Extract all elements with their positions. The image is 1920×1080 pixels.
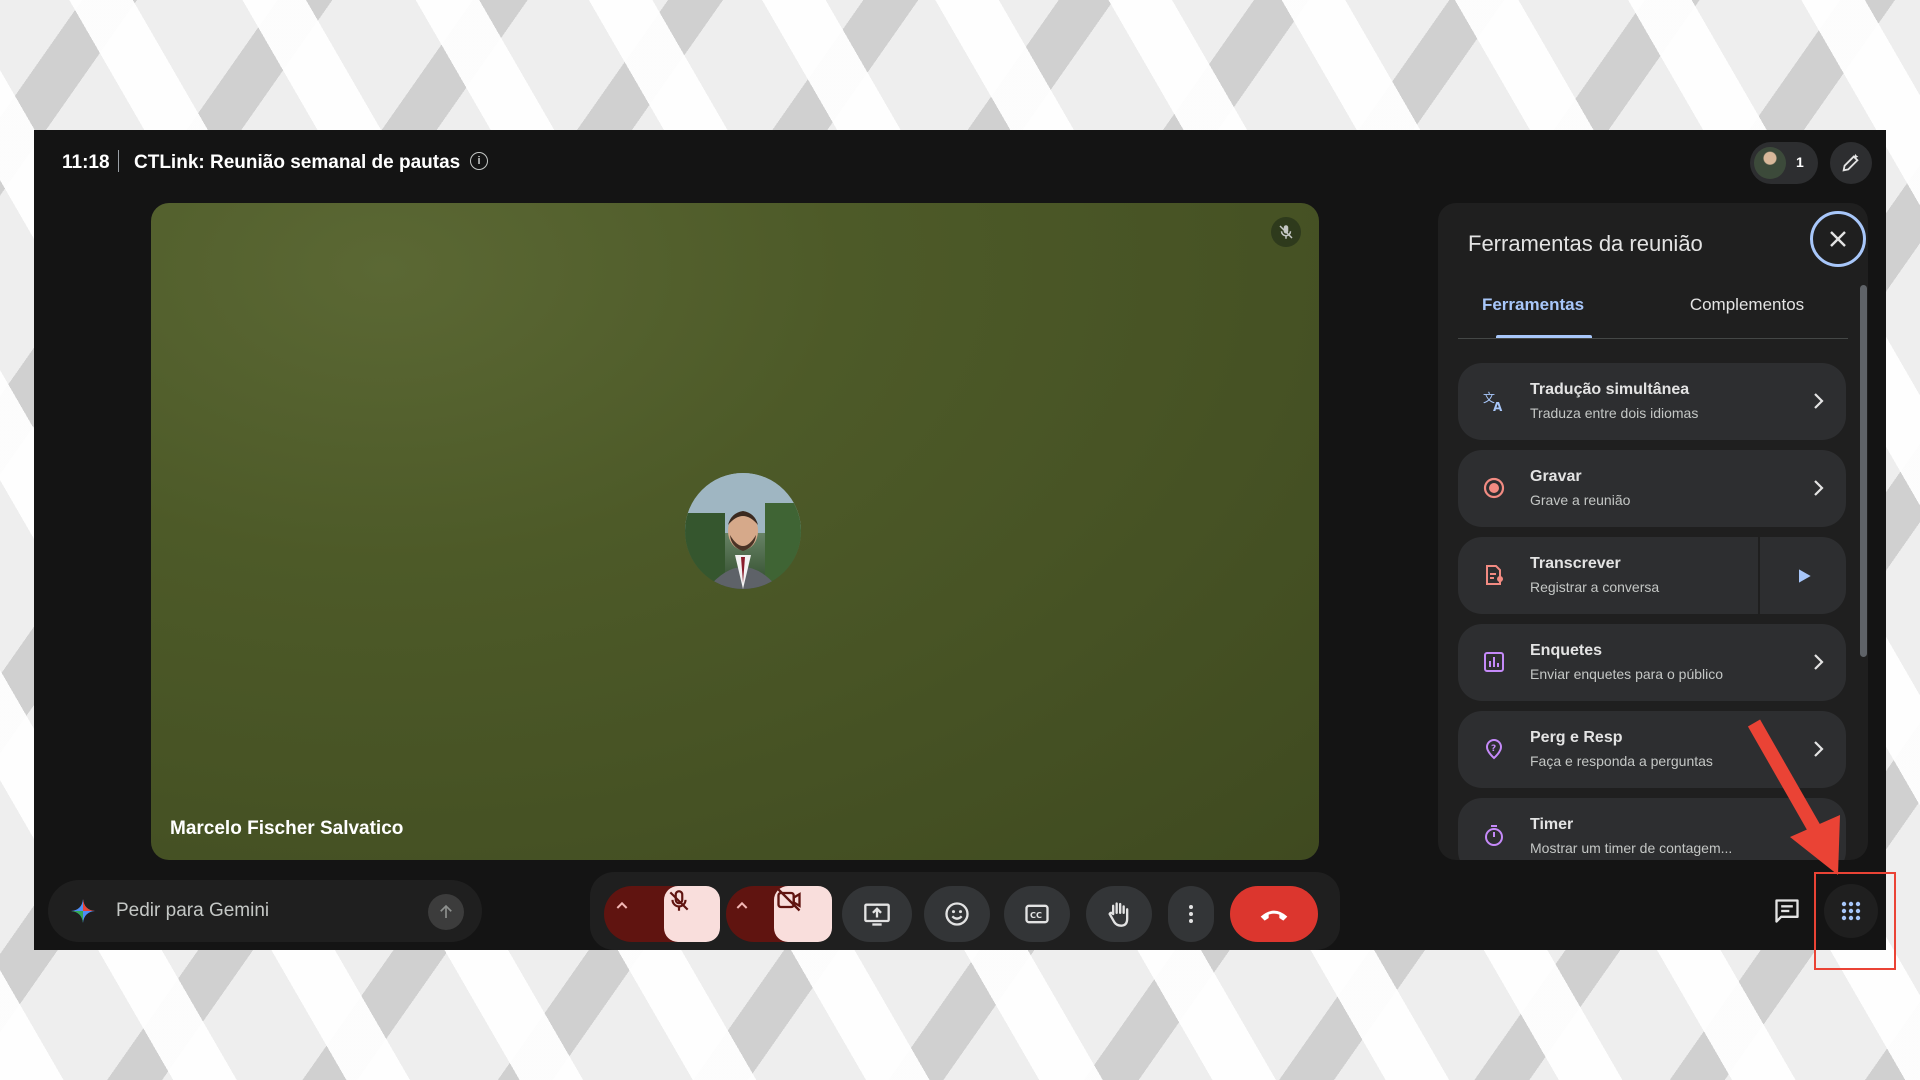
timer-icon [1485,825,1503,846]
chat-icon [1775,899,1799,923]
participant-count: 1 [1796,154,1804,170]
call-controls: CC [590,872,1340,950]
chevron-up-icon [616,901,628,909]
tool-subtitle: Registrar a conversa [1530,579,1660,595]
mic-off-icon [1271,217,1301,247]
toggle-mic-button[interactable] [664,886,720,942]
transcribe-icon [1486,565,1503,585]
tab-ferramentas[interactable]: Ferramentas [1466,295,1600,315]
more-vert-icon [1189,905,1193,923]
tab-complementos[interactable]: Complementos [1660,295,1834,315]
tool-subtitle: Mostrar um timer de contagem... [1530,840,1733,856]
more-options-button[interactable] [1168,886,1214,942]
gemini-input[interactable]: Pedir para Gemini [116,900,269,922]
svg-text:?: ? [1491,744,1496,754]
topbar-separator [118,150,119,172]
meeting-time: 11:18 [62,152,110,173]
close-icon [1830,231,1846,247]
tool-title: Tradução simultânea [1530,381,1690,398]
svg-text:A: A [1493,400,1503,413]
tool-title: Enquetes [1530,642,1603,659]
svg-text:CC: CC [1030,910,1042,920]
emoji-icon [945,902,969,926]
raise-hand-button[interactable] [1086,886,1152,942]
info-icon[interactable]: i [470,152,488,170]
tool-traducao-simultanea[interactable]: 文 A Tradução simultânea Traduza entre do… [1458,363,1846,440]
arrow-up-icon [440,904,452,918]
tool-transcrever[interactable]: Transcrever Registrar a conversa [1458,537,1846,614]
camera-off-icon [777,888,801,912]
tool-subtitle: Enviar enquetes para o público [1530,666,1724,682]
hang-up-icon [1260,910,1288,921]
meeting-title: CTLink: Reunião semanal de pautas [134,152,461,173]
red-arrow-annotation [1747,719,1840,875]
captions-button[interactable]: CC [1004,886,1070,942]
reactions-button[interactable] [924,886,990,942]
highlight-box [1814,872,1896,970]
avatar [1754,147,1786,179]
participants-button[interactable]: 1 [1750,142,1818,184]
play-icon [1799,569,1811,583]
meet-window: 11:18 CTLink: Reunião semanal de pautas … [34,130,1886,950]
tool-title: Perg e Resp [1530,729,1623,746]
qa-icon: ? [1485,738,1503,760]
end-call-button[interactable] [1230,886,1318,942]
present-icon [864,903,890,926]
chevron-right-icon [1814,654,1824,670]
panel-title: Ferramentas da reunião [1468,231,1703,256]
translate-icon: 文 A [1483,390,1503,413]
tool-subtitle: Traduza entre dois idiomas [1530,405,1699,421]
chevron-right-icon [1814,480,1824,496]
raise-hand-icon [1108,902,1129,927]
close-panel-button[interactable] [1810,211,1866,267]
present-screen-button[interactable] [842,886,912,942]
tool-title: Transcrever [1530,555,1621,572]
mic-options-button[interactable] [604,886,660,942]
tool-subtitle: Grave a reunião [1530,492,1631,508]
captions-icon: CC [1025,904,1049,924]
chevron-right-icon [1814,393,1824,409]
chevron-up-icon [736,901,748,909]
poll-icon [1484,652,1504,672]
gemini-icon [71,899,95,923]
mic-off-icon [669,890,689,911]
tool-title: Timer [1530,816,1574,833]
participant-avatar [685,473,801,589]
tool-title: Gravar [1530,468,1582,485]
toggle-camera-button[interactable] [774,886,832,942]
tab-divider [1458,338,1848,339]
tool-subtitle: Faça e responda a perguntas [1530,753,1713,769]
gemini-prompt[interactable]: Pedir para Gemini [48,880,482,942]
video-tile: Marcelo Fischer Salvatico [151,203,1319,860]
record-icon [1483,477,1505,499]
start-transcription-button[interactable] [1758,537,1846,614]
send-button[interactable] [428,894,464,930]
mic-control-group [604,886,720,942]
camera-options-button[interactable] [726,886,776,942]
tool-enquetes[interactable]: Enquetes Enviar enquetes para o público [1458,624,1846,701]
participant-name: Marcelo Fischer Salvatico [170,818,404,839]
panel-scrollbar[interactable] [1860,285,1867,657]
chat-button[interactable] [1760,884,1814,938]
camera-control-group [726,886,832,942]
tool-gravar[interactable]: Gravar Grave a reunião [1458,450,1846,527]
pen-icon[interactable] [1830,142,1872,184]
